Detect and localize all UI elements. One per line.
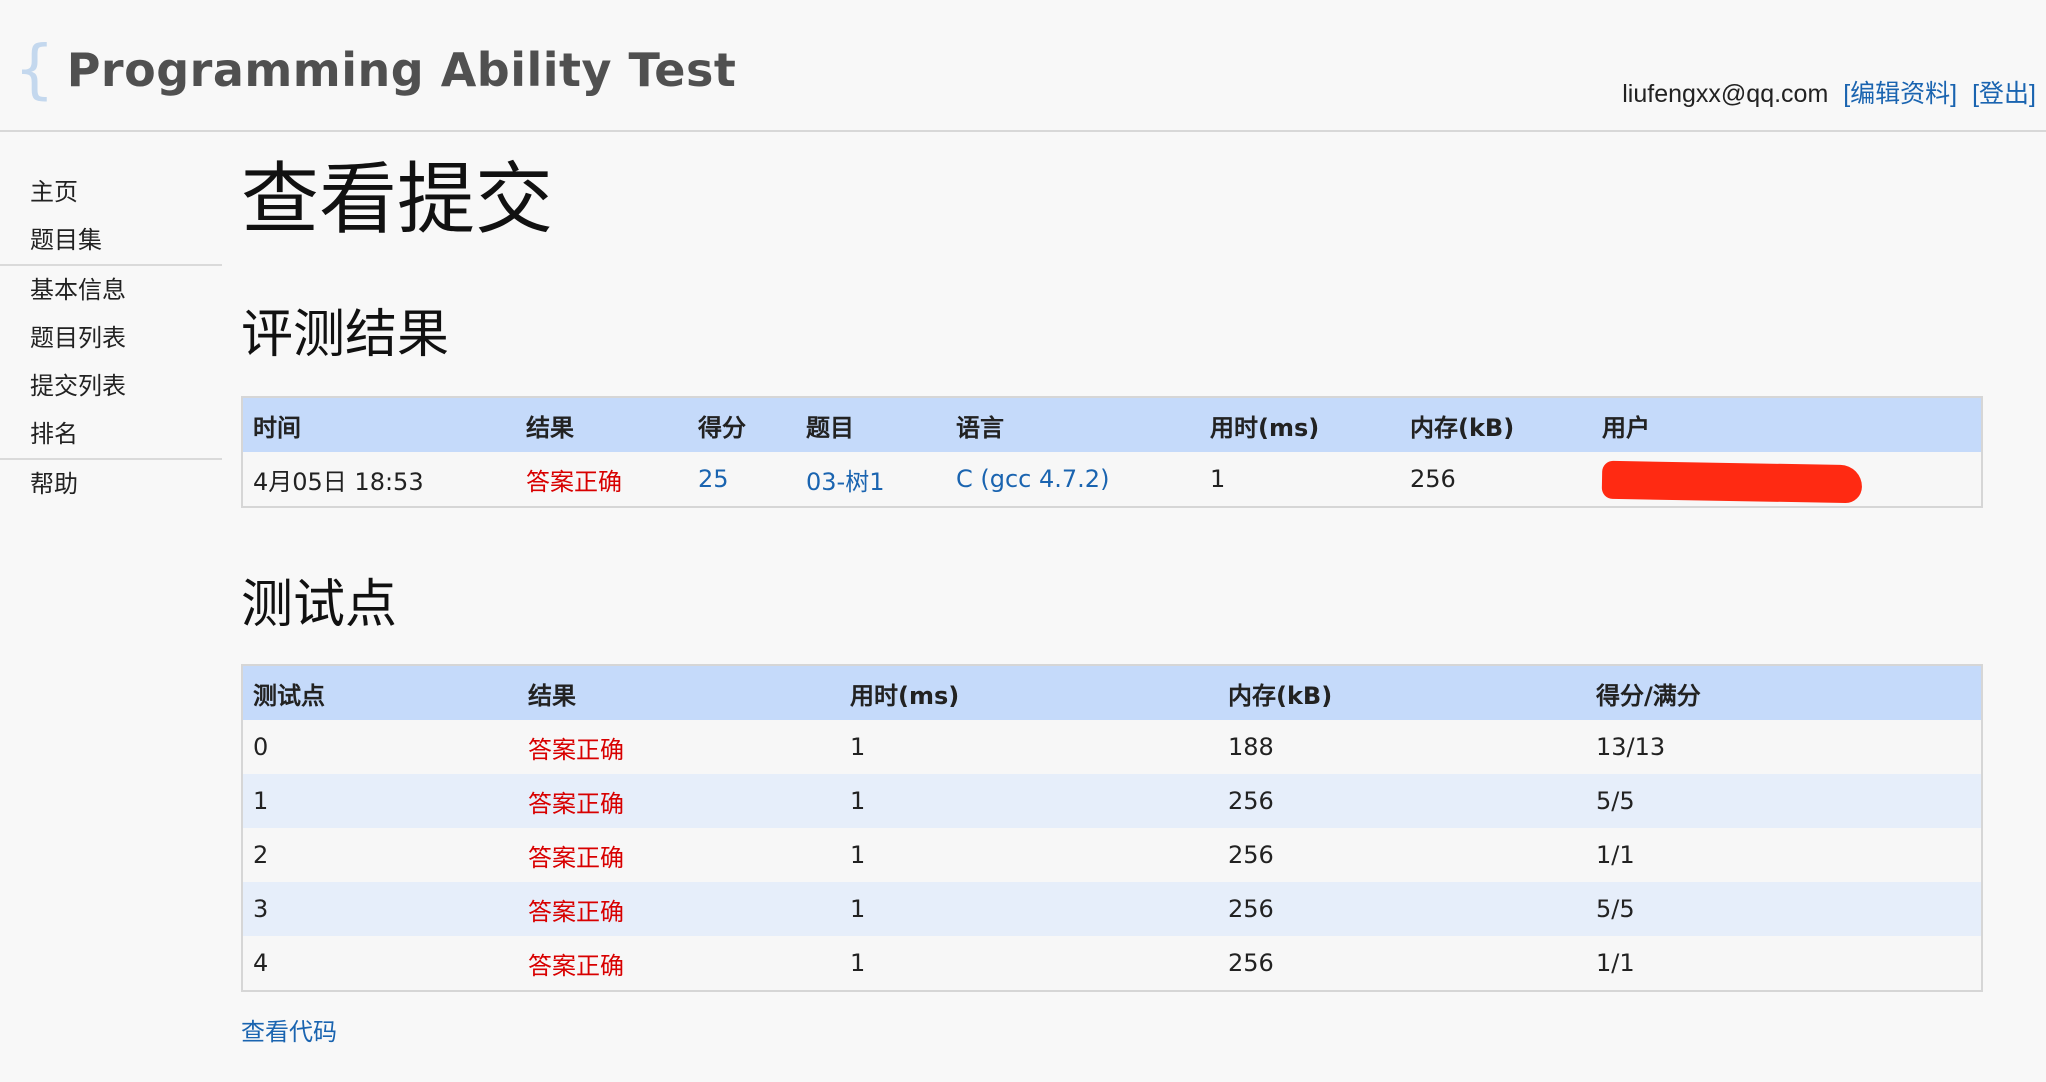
- logout-link[interactable]: [登出]: [1972, 80, 2036, 108]
- problem-link[interactable]: 03-树1: [806, 468, 884, 496]
- logo-brace: {: [14, 33, 55, 107]
- testcase-memory-kb: 188: [1218, 720, 1586, 774]
- result-table-row: 4月05日 18:53 答案正确 25 03-树1 C (gcc 4.7.2) …: [242, 452, 1982, 507]
- sidebar-nav: 主页 题目集 基本信息 题目列表 提交列表 排名 帮助: [0, 168, 222, 508]
- testcase-id: 1: [242, 774, 518, 828]
- testcase-row: 3 答案正确 1 256 5/5: [242, 882, 1982, 936]
- result-section-title: 评测结果: [241, 305, 450, 365]
- testcase-score: 5/5: [1586, 882, 1982, 936]
- redacted-user-mark: [1601, 460, 1863, 504]
- page-title: 查看提交: [241, 155, 554, 245]
- testcase-score: 1/1: [1586, 936, 1982, 991]
- testcase-col-header: 得分/满分: [1586, 665, 1982, 720]
- testcase-result: 答案正确: [518, 828, 840, 882]
- testcase-time-ms: 1: [840, 936, 1218, 991]
- testcase-row: 0 答案正确 1 188 13/13: [242, 720, 1982, 774]
- user-email: liufengxx@qq.com: [1622, 80, 1829, 108]
- user-cell: [1592, 452, 1982, 507]
- submit-time-ms: 1: [1200, 452, 1400, 507]
- testcase-memory-kb: 256: [1218, 882, 1586, 936]
- testcase-memory-kb: 256: [1218, 828, 1586, 882]
- sidebar-item[interactable]: 题目集: [0, 216, 222, 264]
- result-col-header: 语言: [946, 397, 1200, 452]
- testcase-score: 5/5: [1586, 774, 1982, 828]
- testcase-memory-kb: 256: [1218, 936, 1586, 991]
- testcase-col-header: 内存(kB): [1218, 665, 1586, 720]
- testcase-table: 测试点 结果 用时(ms) 内存(kB) 得分/满分 0 答案正确 1 188 13/13 1 答案…: [241, 664, 1983, 992]
- testcase-col-header: 用时(ms): [840, 665, 1218, 720]
- account-bar: liufengxx@qq.com [编辑资料] [登出]: [1622, 74, 2036, 110]
- testcase-id: 2: [242, 828, 518, 882]
- sidebar-item[interactable]: 提交列表: [0, 362, 222, 410]
- testcase-id: 0: [242, 720, 518, 774]
- testcase-id: 3: [242, 882, 518, 936]
- testcase-row: 1 答案正确 1 256 5/5: [242, 774, 1982, 828]
- sidebar-item[interactable]: 基本信息: [0, 266, 222, 314]
- main-content: 查看提交 评测结果 时间 结果 得分 题目 语言 用时(ms) 内存(kB) 用户 4月05日…: [241, 150, 1983, 1046]
- testcase-time-ms: 1: [840, 882, 1218, 936]
- testcase-memory-kb: 256: [1218, 774, 1586, 828]
- result-table: 时间 结果 得分 题目 语言 用时(ms) 内存(kB) 用户 4月05日 18:53 答案正…: [241, 396, 1983, 508]
- testcase-row: 4 答案正确 1 256 1/1: [242, 936, 1982, 991]
- testcase-section-title: 测试点: [241, 575, 398, 635]
- language-link[interactable]: C (gcc 4.7.2): [956, 465, 1109, 493]
- submit-memory-kb: 256: [1400, 452, 1592, 507]
- result-col-header: 用时(ms): [1200, 397, 1400, 452]
- testcase-id: 4: [242, 936, 518, 991]
- sidebar-item[interactable]: 题目列表: [0, 314, 222, 362]
- edit-profile-link[interactable]: [编辑资料]: [1843, 80, 1957, 108]
- testcase-row: 2 答案正确 1 256 1/1: [242, 828, 1982, 882]
- testcase-score: 13/13: [1586, 720, 1982, 774]
- submit-score-link[interactable]: 25: [698, 465, 729, 493]
- testcase-result: 答案正确: [518, 774, 840, 828]
- view-code-link[interactable]: 查看代码: [241, 1012, 337, 1047]
- result-col-header: 得分: [688, 397, 796, 452]
- sidebar-item[interactable]: 主页: [0, 168, 222, 216]
- site-logo[interactable]: { Programming Ability Test: [14, 34, 736, 106]
- submit-result: 答案正确: [516, 452, 688, 507]
- testcase-result: 答案正确: [518, 936, 840, 991]
- submit-time: 4月05日 18:53: [242, 452, 516, 507]
- testcase-score: 1/1: [1586, 828, 1982, 882]
- testcase-col-header: 结果: [518, 665, 840, 720]
- result-col-header: 内存(kB): [1400, 397, 1592, 452]
- sidebar-item[interactable]: 帮助: [0, 460, 222, 508]
- testcase-result: 答案正确: [518, 720, 840, 774]
- result-col-header: 时间: [242, 397, 516, 452]
- testcase-result: 答案正确: [518, 882, 840, 936]
- result-col-header: 结果: [516, 397, 688, 452]
- testcase-table-header: 测试点 结果 用时(ms) 内存(kB) 得分/满分: [242, 665, 1982, 720]
- result-col-header: 用户: [1592, 397, 1982, 452]
- top-header: { Programming Ability Test liufengxx@qq.…: [0, 0, 2046, 132]
- testcase-time-ms: 1: [840, 828, 1218, 882]
- sidebar-item[interactable]: 排名: [0, 410, 222, 458]
- testcase-time-ms: 1: [840, 720, 1218, 774]
- result-col-header: 题目: [796, 397, 946, 452]
- testcase-col-header: 测试点: [242, 665, 518, 720]
- testcase-time-ms: 1: [840, 774, 1218, 828]
- logo-text: Programming Ability Test: [66, 43, 737, 97]
- result-table-header: 时间 结果 得分 题目 语言 用时(ms) 内存(kB) 用户: [242, 397, 1982, 452]
